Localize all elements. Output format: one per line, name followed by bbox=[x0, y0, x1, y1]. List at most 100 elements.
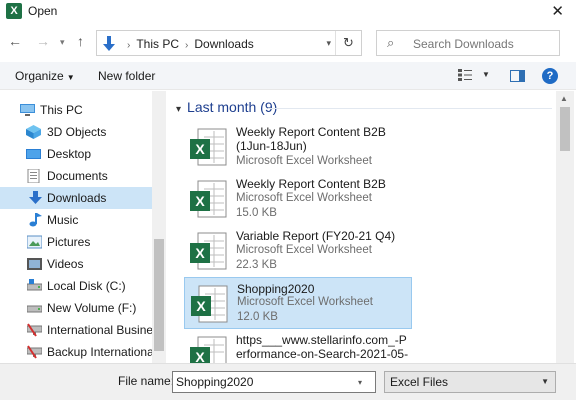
file-item[interactable]: X Weekly Report Content B2B Microsoft Ex… bbox=[184, 173, 412, 225]
file-list-scrollbar[interactable]: ▲ bbox=[556, 91, 574, 363]
breadcrumb-downloads[interactable]: Downloads bbox=[194, 37, 253, 51]
back-arrow-icon[interactable]: ← bbox=[8, 33, 22, 49]
group-label: Last month (9) bbox=[187, 99, 278, 115]
chevron-right-icon: › bbox=[185, 40, 189, 51]
sidebar-item-music[interactable]: Music bbox=[0, 209, 152, 231]
drive-icon bbox=[27, 279, 42, 291]
file-name: Shopping2020 bbox=[237, 282, 315, 296]
group-header-last-month[interactable]: ▾ Last month (9) bbox=[176, 99, 277, 115]
file-size: 22.3 KB bbox=[236, 259, 277, 271]
file-name: Weekly Report Content B2B bbox=[236, 177, 386, 191]
file-type-filter-select[interactable]: Excel Files ▼ bbox=[384, 371, 556, 393]
computer-icon bbox=[20, 104, 35, 116]
sidebar-item-label: Videos bbox=[47, 257, 84, 271]
excel-file-icon: X bbox=[190, 128, 227, 166]
sidebar-item-label: Backup International I bbox=[47, 345, 164, 359]
close-icon[interactable]: ✕ bbox=[551, 2, 564, 20]
svg-text:X: X bbox=[195, 141, 205, 157]
sidebar-item-this-pc[interactable]: This PC bbox=[0, 99, 152, 121]
title-bar: X Open ✕ bbox=[0, 0, 576, 24]
forward-arrow-icon[interactable]: → bbox=[36, 33, 50, 49]
command-toolbar: Organize ▼ New folder ▼ ? bbox=[0, 62, 576, 90]
navigation-bar: ← → ▾ ↑ › This PC › Downloads ▾ ↻ ⌕ Search … bbox=[0, 24, 576, 62]
excel-file-icon: X bbox=[190, 336, 227, 363]
organize-label: Organize bbox=[15, 69, 64, 83]
sidebar-item-3d-objects[interactable]: 3D Objects bbox=[0, 121, 152, 143]
chevron-down-icon: ▼ bbox=[541, 377, 549, 386]
file-name-input[interactable]: Shopping2020 bbox=[172, 371, 376, 393]
svg-text:X: X bbox=[195, 349, 205, 363]
sidebar-item-label: Desktop bbox=[47, 147, 92, 161]
address-history-chevron-icon[interactable]: ▾ bbox=[326, 38, 331, 49]
file-item[interactable]: X https___www.stellarinfo.com_-Performan… bbox=[184, 329, 412, 363]
sidebar-item-pictures[interactable]: Pictures bbox=[0, 231, 152, 253]
drive-icon bbox=[27, 305, 42, 313]
network-drive-icon bbox=[27, 323, 42, 337]
search-input[interactable]: ⌕ Search Downloads bbox=[376, 30, 560, 56]
sidebar-item-new-volume-f[interactable]: New Volume (F:) bbox=[0, 297, 152, 319]
help-icon[interactable]: ? bbox=[542, 68, 558, 84]
file-type: Microsoft Excel Worksheet bbox=[237, 296, 373, 308]
scrollbar-thumb[interactable] bbox=[154, 239, 164, 351]
recent-locations-chevron-icon[interactable]: ▾ bbox=[60, 37, 65, 48]
sidebar-item-label: International Business bbox=[47, 323, 166, 337]
file-size: 15.0 KB bbox=[236, 207, 277, 219]
sidebar-item-label: Downloads bbox=[47, 191, 107, 205]
svg-text:X: X bbox=[195, 193, 205, 209]
excel-file-icon: X bbox=[190, 232, 227, 270]
sidebar-item-label: Pictures bbox=[47, 235, 91, 249]
file-type: Microsoft Excel Worksheet bbox=[236, 192, 372, 204]
sidebar-scrollbar[interactable] bbox=[152, 91, 166, 363]
music-icon bbox=[29, 213, 42, 227]
file-item[interactable]: X Weekly Report Content B2B (1Jun-18Jun)… bbox=[184, 121, 412, 173]
group-divider bbox=[268, 108, 552, 109]
navigation-pane: This PC 3D Objects Desktop Documents Dow… bbox=[0, 91, 166, 363]
preview-pane-icon[interactable] bbox=[510, 70, 525, 82]
file-name-bar: File name: Shopping2020 ▾ Excel Files ▼ bbox=[0, 363, 576, 400]
sidebar-item-backup-international[interactable]: Backup International I bbox=[0, 341, 163, 363]
pictures-icon bbox=[27, 235, 42, 249]
sidebar-item-label: Music bbox=[47, 213, 79, 227]
new-folder-button[interactable]: New folder bbox=[98, 69, 155, 83]
videos-icon bbox=[27, 258, 42, 270]
up-arrow-icon[interactable]: ↑ bbox=[77, 33, 84, 49]
address-bar[interactable]: › This PC › Downloads ▾ ↻ bbox=[96, 30, 362, 56]
sidebar-item-local-disk-c[interactable]: Local Disk (C:) bbox=[0, 275, 152, 297]
excel-app-icon: X bbox=[6, 3, 22, 19]
3d-objects-icon bbox=[26, 125, 41, 139]
breadcrumb: › This PC › Downloads bbox=[121, 37, 254, 51]
file-name: https___www.stellarinfo.com_-Performance… bbox=[236, 333, 409, 363]
sidebar-item-international-business[interactable]: International Business bbox=[0, 319, 165, 341]
chevron-right-icon: › bbox=[127, 40, 131, 51]
svg-text:X: X bbox=[195, 245, 205, 261]
sidebar-item-documents[interactable]: Documents bbox=[0, 165, 152, 187]
organize-button[interactable]: Organize ▼ bbox=[15, 69, 75, 83]
sidebar-item-label: 3D Objects bbox=[47, 125, 107, 139]
change-view-icon[interactable] bbox=[458, 69, 472, 81]
chevron-down-icon: ▾ bbox=[176, 104, 182, 115]
sidebar-item-label: Local Disk (C:) bbox=[47, 279, 126, 293]
file-type-filter-value: Excel Files bbox=[390, 375, 449, 389]
file-list: ▾ Last month (9) X Weekly Report Content … bbox=[170, 91, 556, 363]
chevron-down-icon: ▼ bbox=[66, 73, 75, 82]
file-item[interactable]: X Variable Report (FY20-21 Q4) Microsoft… bbox=[184, 225, 412, 277]
file-type: Microsoft Excel Worksheet bbox=[236, 155, 372, 167]
file-item-selected[interactable]: X Shopping2020 Microsoft Excel Worksheet… bbox=[184, 277, 412, 329]
view-options-chevron-icon[interactable]: ▼ bbox=[482, 70, 490, 79]
file-name: Variable Report (FY20-21 Q4) bbox=[236, 229, 396, 243]
scrollbar-thumb[interactable] bbox=[560, 107, 570, 151]
svg-text:X: X bbox=[196, 298, 206, 314]
scroll-up-arrow-icon[interactable]: ▲ bbox=[560, 94, 568, 103]
network-drive-icon bbox=[27, 345, 42, 359]
breadcrumb-this-pc[interactable]: This PC bbox=[136, 37, 179, 51]
file-name-label: File name: bbox=[118, 374, 175, 388]
file-size: 12.0 KB bbox=[237, 311, 278, 323]
excel-file-icon: X bbox=[190, 180, 227, 218]
sidebar-item-downloads[interactable]: Downloads bbox=[0, 187, 152, 209]
refresh-icon[interactable]: ↻ bbox=[335, 31, 361, 55]
downloads-arrow-icon bbox=[103, 36, 115, 51]
file-name-history-chevron-icon[interactable]: ▾ bbox=[358, 378, 362, 387]
sidebar-item-videos[interactable]: Videos bbox=[0, 253, 152, 275]
sidebar-item-desktop[interactable]: Desktop bbox=[0, 143, 152, 165]
documents-icon bbox=[27, 169, 40, 183]
